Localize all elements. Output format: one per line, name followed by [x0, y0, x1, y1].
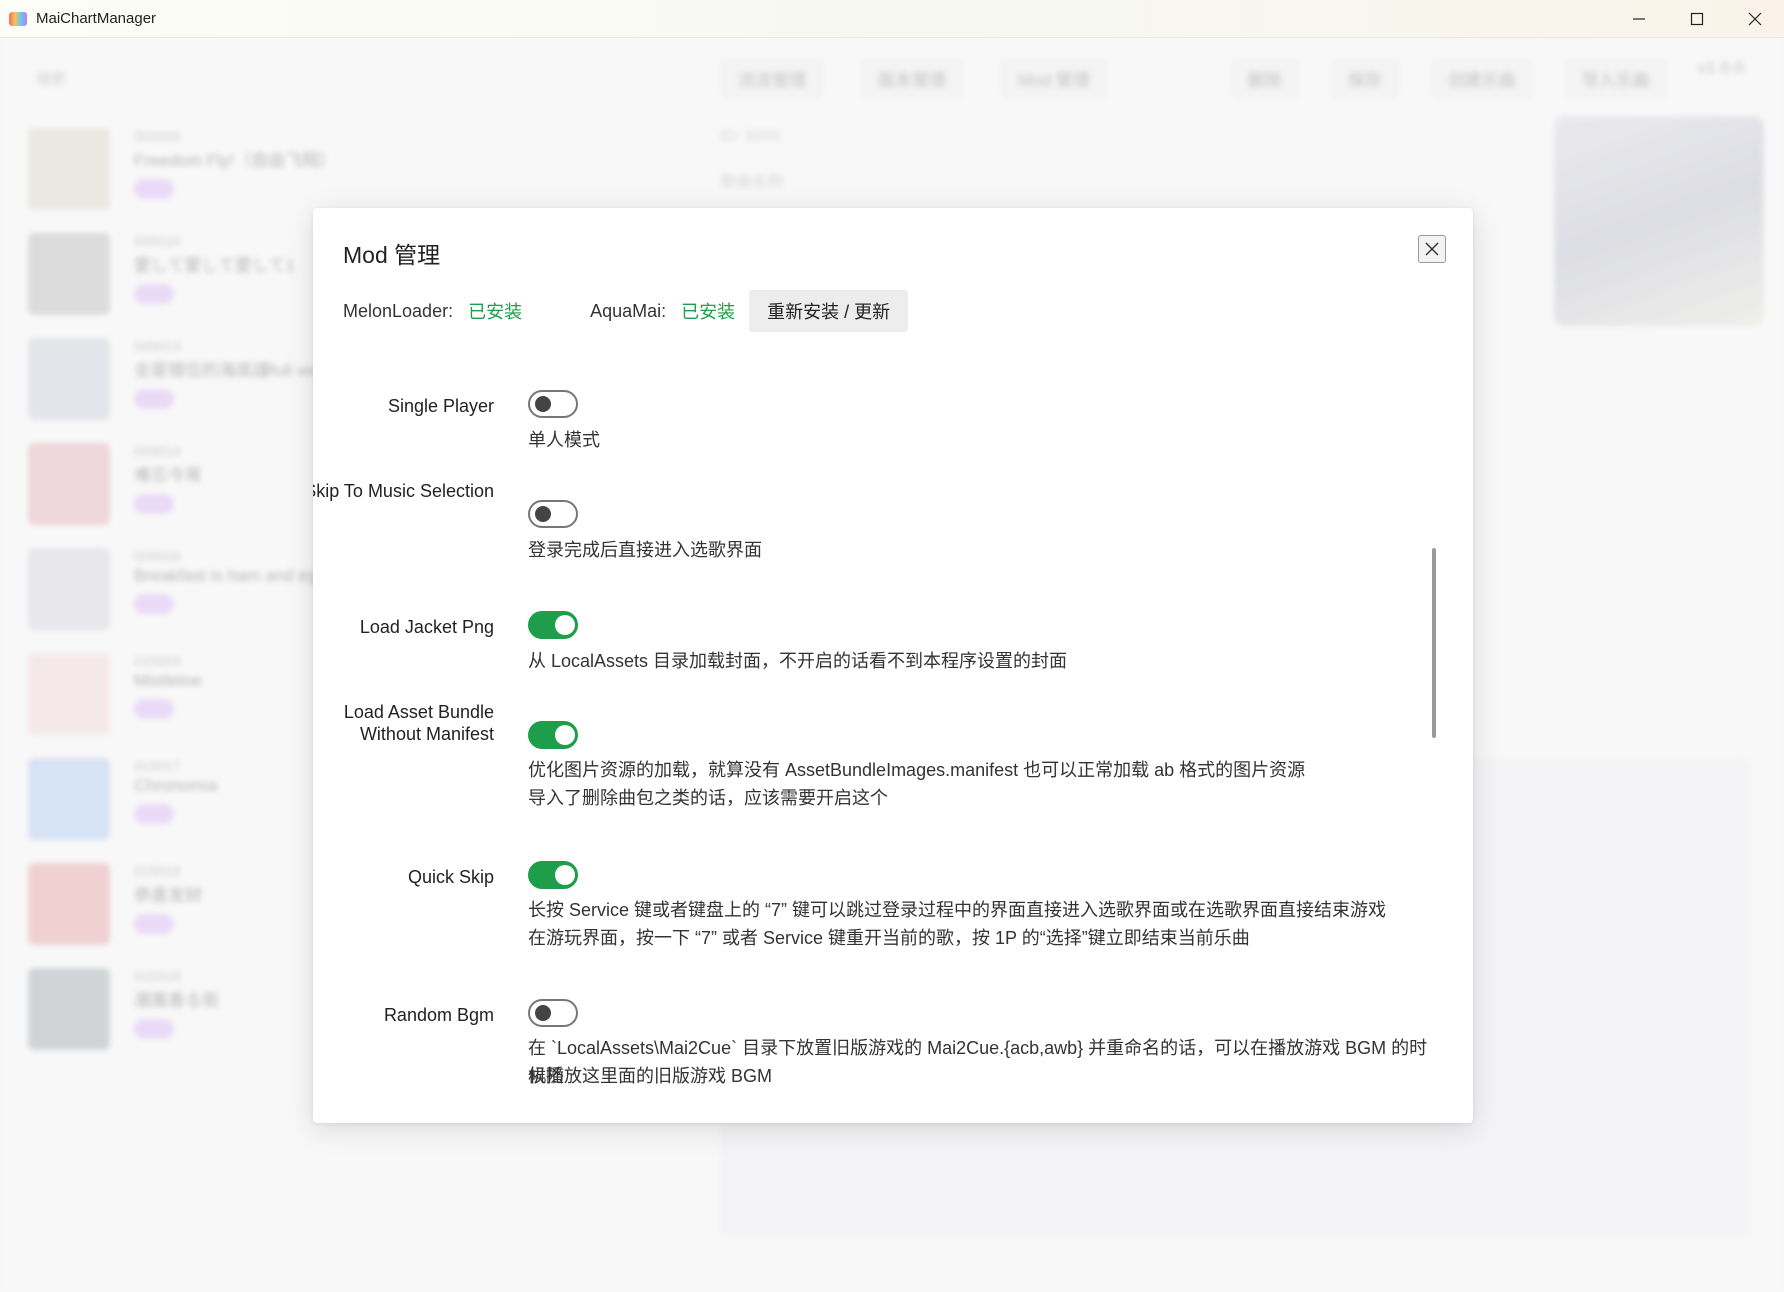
toggle-knob [555, 725, 575, 745]
reinstall-update-button[interactable]: 重新安装 / 更新 [749, 290, 909, 332]
single-player-toggle[interactable] [528, 390, 578, 418]
setting-description: 优化图片资源的加载，就算没有 AssetBundleImages.manifes… [528, 760, 1306, 780]
toggle-knob [555, 865, 575, 885]
setting-description: 单人模式 [528, 430, 600, 450]
install-status-row: MelonLoader: 已安装 AquaMai: 已安装 重新安装 / 更新 [343, 290, 909, 332]
window-title: MaiChartManager [36, 10, 157, 27]
toggle-knob [535, 506, 551, 522]
setting-label: Random Bgm [383, 1005, 494, 1025]
aquamai-status: 已安装 [681, 302, 736, 322]
close-icon [1748, 12, 1762, 26]
minimize-button[interactable] [1610, 0, 1668, 38]
settings-scrollbar[interactable] [1432, 548, 1436, 738]
app-logo-icon [9, 11, 27, 26]
setting-description-line2: 机播放这里面的旧版游戏 BGM [528, 1066, 773, 1086]
melonloader-label: MelonLoader: [343, 300, 454, 321]
setting-label: Quick Skip [407, 867, 494, 887]
load-asset-bundle-toggle[interactable] [528, 721, 578, 749]
random-bgm-toggle[interactable] [528, 999, 578, 1027]
setting-description: 登录完成后直接进入选歌界面 [528, 540, 762, 560]
setting-description-line2: 在游玩界面，按一下 “7” 或者 Service 键重开当前的歌，按 1P 的“… [528, 928, 1250, 948]
dialog-close-button[interactable] [1418, 235, 1446, 263]
setting-label: Load Asset Bundle Without Manifest [343, 702, 494, 744]
skip-to-music-selection-toggle[interactable] [528, 500, 578, 528]
setting-label: Single Player [387, 396, 494, 416]
dialog-title: Mod 管理 [343, 242, 441, 268]
window-controls [1610, 0, 1784, 38]
settings-list: Single Player 单人模式 Skip To Music Selecti… [313, 368, 1443, 1108]
close-icon [1425, 242, 1439, 256]
melonloader-status: 已安装 [468, 302, 523, 322]
close-window-button[interactable] [1726, 0, 1784, 38]
maximize-button[interactable] [1668, 0, 1726, 38]
minimize-icon [1633, 18, 1645, 20]
setting-label: Load Jacket Png [359, 617, 494, 637]
aquamai-label: AquaMai: [590, 300, 667, 321]
setting-label: Skip To Music Selection [313, 481, 494, 501]
mod-management-dialog: Mod 管理 MelonLoader: 已安装 AquaMai: 已安装 重新安… [313, 208, 1473, 1123]
load-jacket-png-toggle[interactable] [528, 611, 578, 639]
quick-skip-toggle[interactable] [528, 861, 578, 889]
setting-description: 从 LocalAssets 目录加载封面，不开启的话看不到本程序设置的封面 [528, 651, 1068, 671]
title-bar: MaiChartManager [0, 0, 1784, 38]
toggle-knob [535, 396, 551, 412]
maximize-icon [1690, 12, 1704, 26]
toggle-knob [535, 1005, 551, 1021]
toggle-knob [555, 615, 575, 635]
setting-description-line2: 导入了删除曲包之类的话，应该需要开启这个 [528, 788, 888, 808]
setting-description: 长按 Service 键或者键盘上的 “7” 键可以跳过登录过程中的界面直接进入… [528, 900, 1387, 920]
